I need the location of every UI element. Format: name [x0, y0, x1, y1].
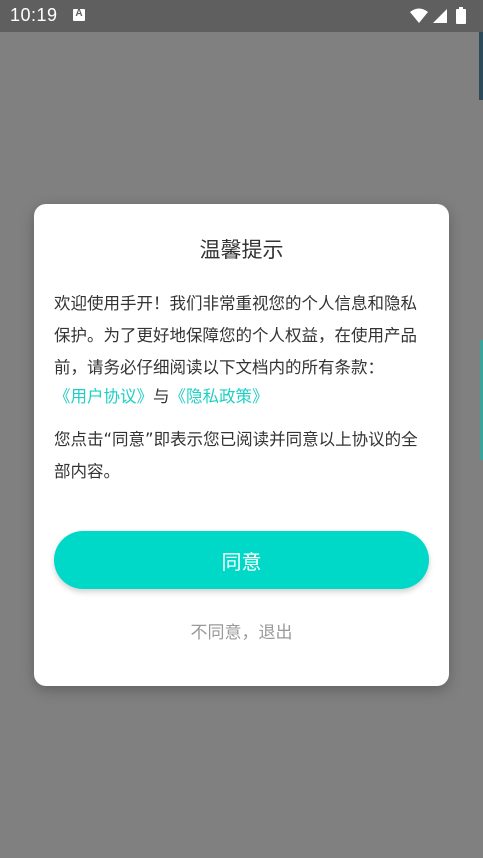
privacy-policy-link[interactable]: 《隐私政策》: [170, 387, 269, 406]
battery-icon: [456, 7, 466, 24]
signal-icon: [433, 9, 447, 23]
status-time: 10:19: [10, 5, 58, 25]
link-separator: 与: [153, 387, 170, 406]
intro-text: 欢迎使用手开！我们非常重视您的个人信息和隐私保护。为了更好地保障您的个人权益，在…: [54, 294, 417, 377]
a-letter-icon: A: [73, 8, 85, 21]
privacy-dialog: 温馨提示 欢迎使用手开！我们非常重视您的个人信息和隐私保护。为了更好地保障您的个…: [34, 204, 449, 686]
wifi-icon: [410, 8, 428, 23]
status-bar: 10:19 A: [0, 0, 483, 32]
disagree-exit-button[interactable]: 不同意，退出: [34, 618, 449, 643]
agreement-links: 《用户协议》与《隐私政策》: [54, 384, 432, 410]
status-icons: [409, 7, 475, 25]
dialog-body: 欢迎使用手开！我们非常重视您的个人信息和隐私保护。为了更好地保障您的个人权益，在…: [54, 288, 432, 488]
consent-notice: 您点击“同意”即表示您已阅读并同意以上协议的全部内容。: [54, 430, 418, 481]
dialog-title: 温馨提示: [199, 238, 284, 262]
background-app-edge: [479, 32, 483, 100]
user-agreement-link[interactable]: 《用户协议》: [54, 387, 153, 406]
agree-button[interactable]: 同意: [54, 531, 429, 589]
screen: 10:19 A 温馨提示 欢迎使用手开！我们非常重视您的个人信息和隐私保护。为了…: [0, 0, 483, 858]
